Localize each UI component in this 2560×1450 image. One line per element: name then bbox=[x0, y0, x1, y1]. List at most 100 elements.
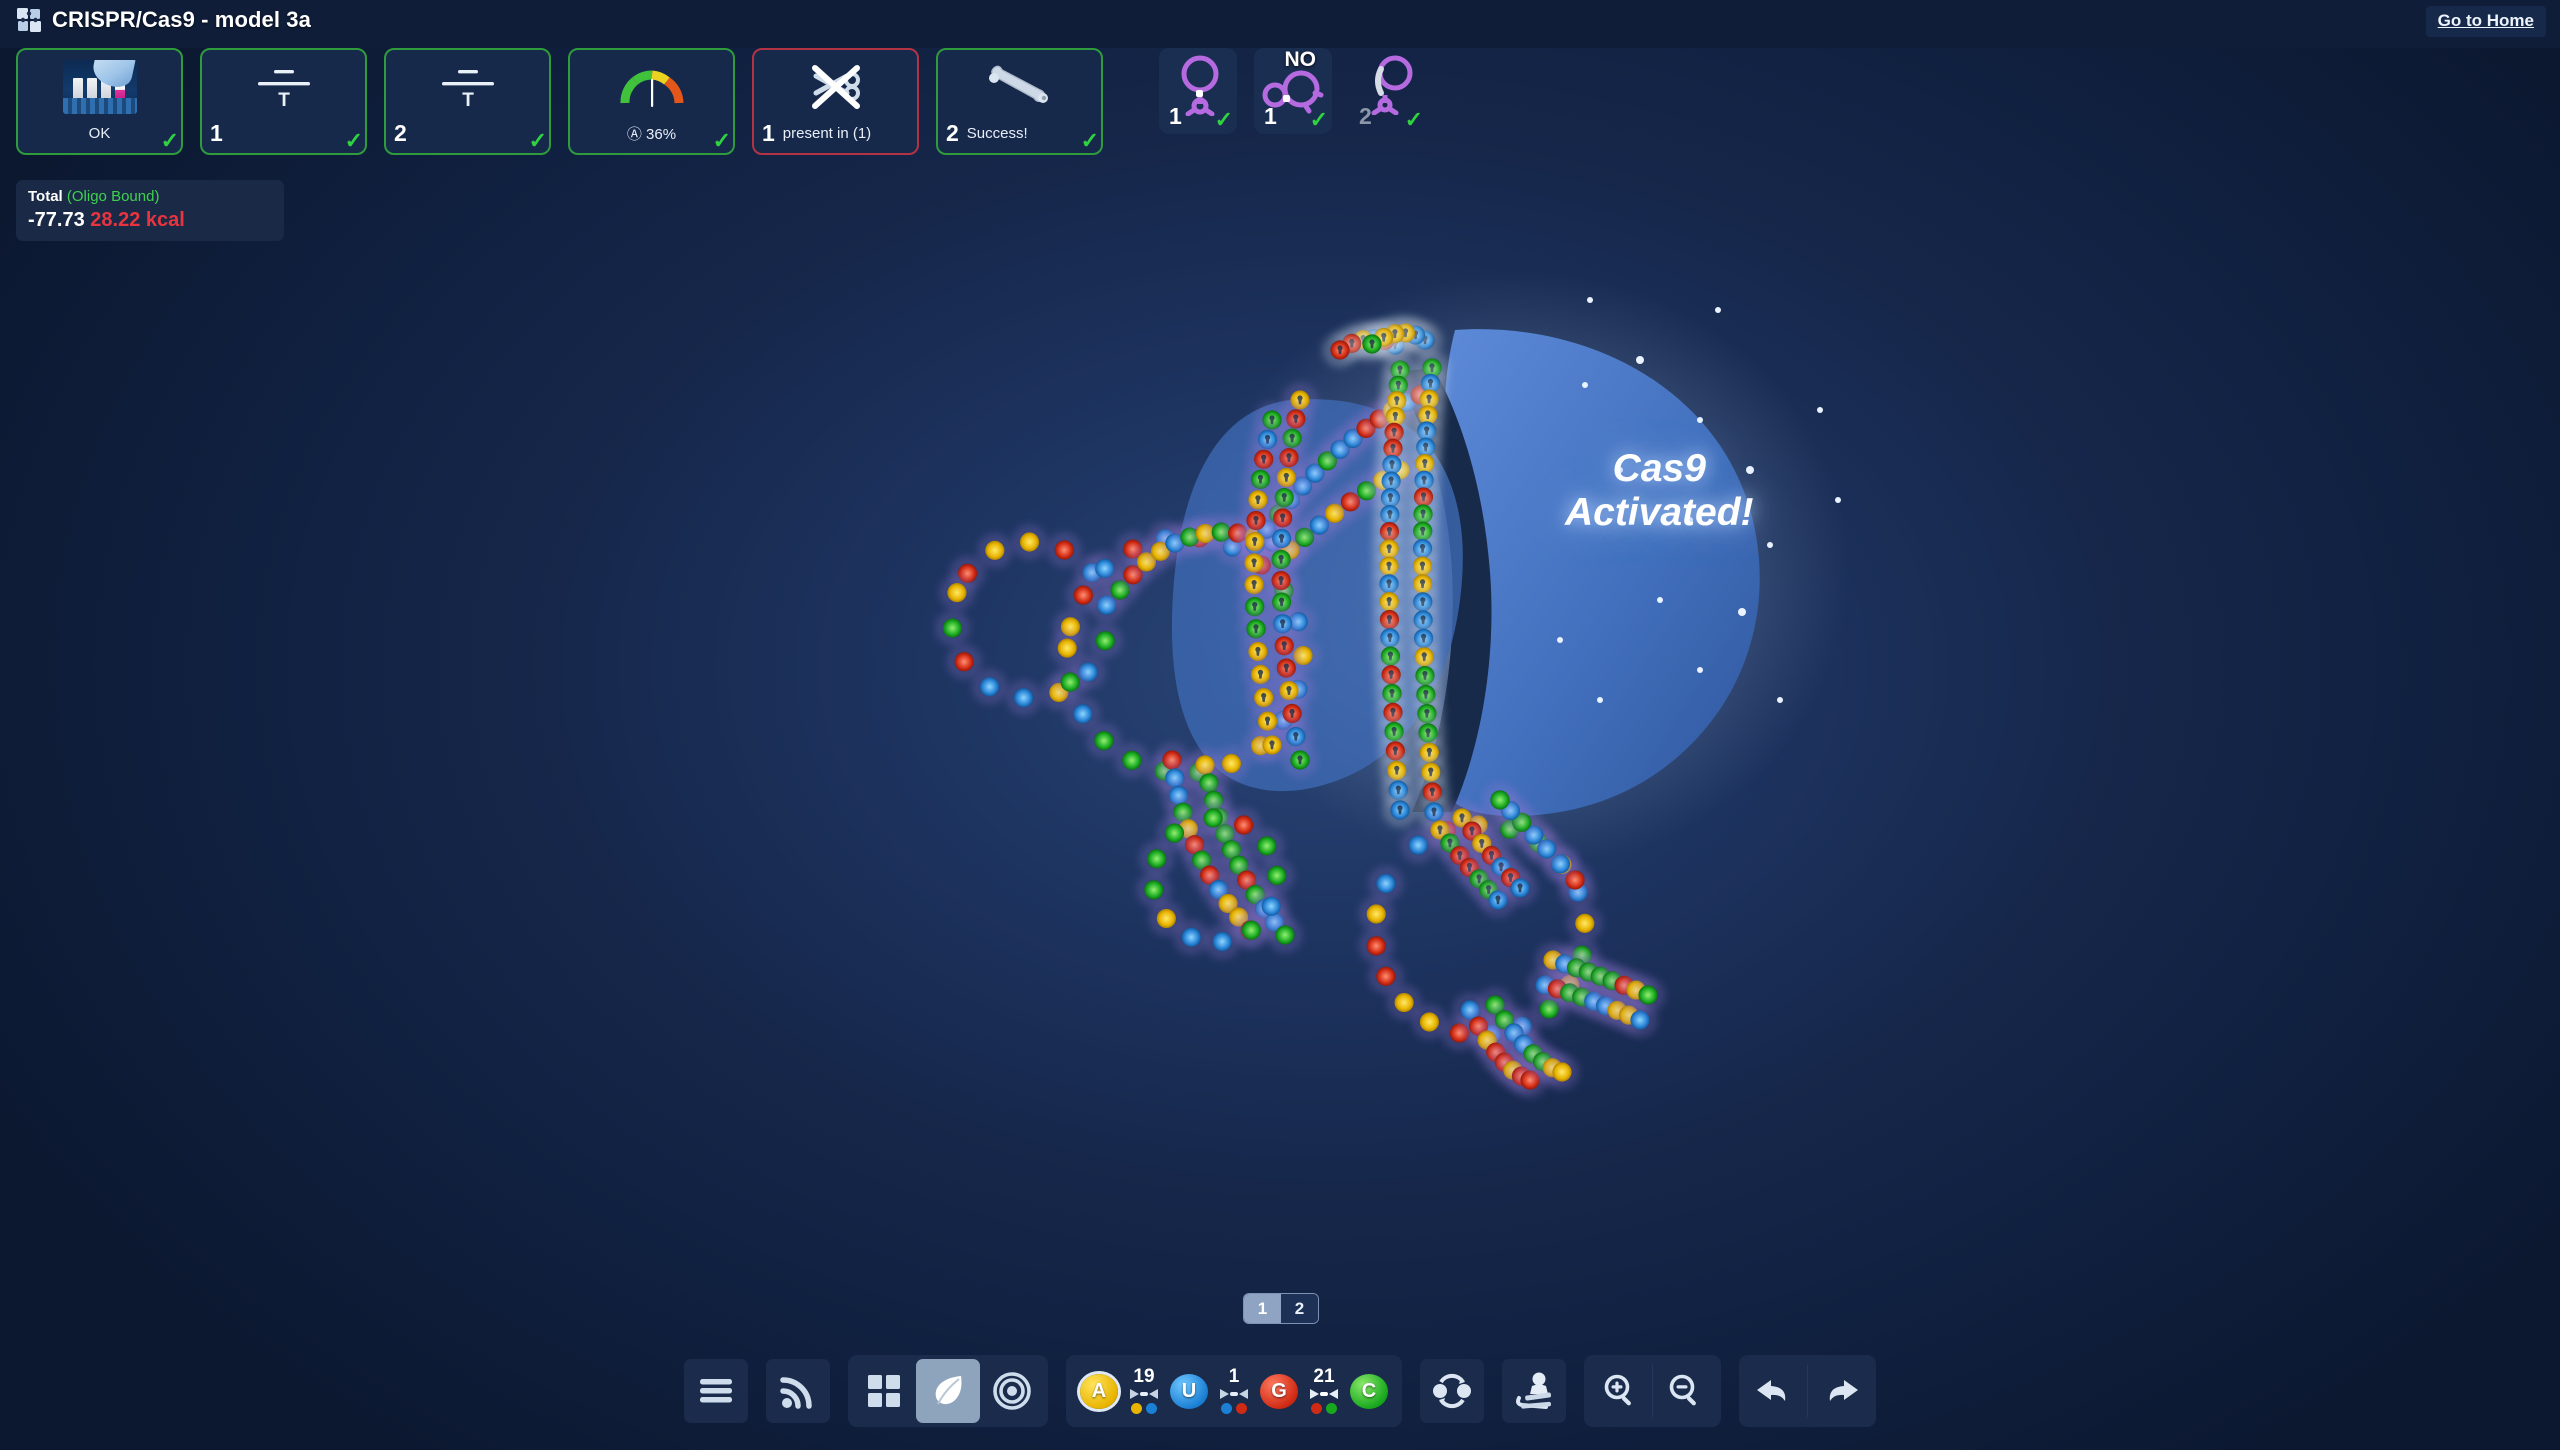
constraint-card-a-percentage[interactable]: Ⓐ 36% ✓ bbox=[568, 48, 735, 155]
rna-base[interactable] bbox=[1243, 637, 1273, 666]
rna-base[interactable] bbox=[1274, 676, 1304, 705]
rna-base[interactable] bbox=[1246, 660, 1275, 689]
rna-base[interactable] bbox=[1194, 768, 1224, 798]
constraint-card-oligo-2[interactable]: 2 ✓ bbox=[1349, 48, 1427, 134]
rna-base[interactable] bbox=[1069, 580, 1098, 610]
rna-base[interactable] bbox=[1207, 927, 1237, 956]
constraint-card-bonus-lab[interactable]: OK ✓ bbox=[16, 48, 183, 155]
rna-base[interactable] bbox=[1253, 706, 1282, 736]
redo-button[interactable] bbox=[1808, 1359, 1872, 1423]
constraint-card-no-bind-1[interactable]: 1 present in (1) bbox=[752, 48, 919, 155]
rna-base[interactable] bbox=[1249, 683, 1278, 712]
rna-base[interactable] bbox=[1068, 699, 1098, 729]
nucleotide-c-button[interactable]: C bbox=[1350, 1373, 1388, 1409]
state-pager[interactable]: 1 2 bbox=[1243, 1293, 1319, 1324]
rna-base[interactable] bbox=[1176, 922, 1206, 952]
rna-base[interactable] bbox=[1009, 683, 1038, 713]
nucleotide-g-button[interactable]: G bbox=[1260, 1373, 1298, 1409]
rna-base[interactable] bbox=[1055, 667, 1085, 697]
rna-base[interactable] bbox=[1117, 746, 1147, 775]
rna-base[interactable] bbox=[1371, 869, 1401, 898]
rna-base[interactable] bbox=[1415, 1007, 1444, 1037]
rna-base[interactable] bbox=[1325, 335, 1355, 365]
rna-base[interactable] bbox=[1385, 795, 1415, 825]
pager-page-2[interactable]: 2 bbox=[1281, 1294, 1318, 1323]
rna-base[interactable] bbox=[1090, 554, 1120, 583]
rna-base[interactable] bbox=[1257, 730, 1287, 760]
rna-base[interactable] bbox=[1198, 803, 1228, 833]
constraint-check-oligo-no: ✓ bbox=[1309, 107, 1328, 132]
rss-signal-button[interactable] bbox=[766, 1359, 830, 1423]
constraint-card-shape-2[interactable]: T 2 ✓ bbox=[384, 48, 551, 155]
rna-base[interactable] bbox=[1052, 633, 1082, 663]
rna-base[interactable] bbox=[1270, 920, 1300, 950]
pair-count-ug[interactable]: 1 bbox=[1208, 1367, 1260, 1414]
rna-base[interactable] bbox=[1256, 891, 1286, 921]
rna-base[interactable] bbox=[975, 672, 1004, 702]
rna-base[interactable] bbox=[980, 536, 1010, 565]
swap-pair-button[interactable] bbox=[1420, 1359, 1484, 1423]
rna-base[interactable] bbox=[1089, 726, 1119, 756]
nucleotide-g[interactable]: G bbox=[1260, 1361, 1298, 1421]
rna-base[interactable] bbox=[1160, 818, 1189, 848]
rna-base[interactable] bbox=[1361, 899, 1391, 929]
undo-button[interactable] bbox=[1743, 1359, 1807, 1423]
zoom-out-icon bbox=[1669, 1374, 1696, 1406]
rna-base[interactable] bbox=[1236, 915, 1266, 945]
rna-structure-canvas[interactable] bbox=[0, 0, 2560, 1450]
rna-base[interactable] bbox=[949, 647, 979, 677]
stamp-button[interactable] bbox=[1502, 1359, 1566, 1423]
rna-base[interactable] bbox=[1277, 699, 1307, 728]
rna-base[interactable] bbox=[938, 613, 967, 643]
zoom-out-button[interactable] bbox=[1653, 1359, 1717, 1423]
leaf-view-button[interactable] bbox=[916, 1359, 980, 1423]
rna-base[interactable] bbox=[1262, 861, 1292, 890]
nucleotide-u-button[interactable]: U bbox=[1170, 1373, 1208, 1409]
rna-base[interactable] bbox=[1217, 749, 1246, 778]
rna-base[interactable] bbox=[1190, 750, 1220, 780]
nucleotide-a-button[interactable]: A bbox=[1080, 1373, 1118, 1409]
rna-base[interactable] bbox=[1015, 527, 1044, 557]
pair-count-au[interactable]: 19 bbox=[1118, 1367, 1170, 1414]
constraint-card-shape-1[interactable]: T 1 ✓ bbox=[200, 48, 367, 155]
rna-base[interactable] bbox=[1285, 745, 1315, 775]
puzzle-piece-icon bbox=[17, 8, 41, 32]
rna-base[interactable] bbox=[1570, 909, 1600, 938]
constraint-card-bind-2[interactable]: 2 Success! ✓ bbox=[936, 48, 1103, 155]
rna-base[interactable] bbox=[1050, 535, 1079, 565]
rna-base[interactable] bbox=[1485, 785, 1515, 815]
nucleotide-a[interactable]: A bbox=[1080, 1361, 1118, 1421]
rna-base[interactable] bbox=[1142, 844, 1172, 874]
rna-base[interactable] bbox=[942, 578, 972, 607]
rna-base[interactable] bbox=[1625, 1005, 1655, 1035]
rna-base[interactable] bbox=[1361, 931, 1391, 961]
scissors-crossed-out-icon bbox=[754, 56, 917, 118]
zoom-in-button[interactable] bbox=[1588, 1359, 1652, 1423]
rna-base[interactable] bbox=[1505, 873, 1535, 903]
pair-count-gc[interactable]: 21 bbox=[1298, 1367, 1350, 1414]
rna-base[interactable] bbox=[1152, 904, 1181, 933]
rna-base[interactable] bbox=[1633, 980, 1663, 1010]
go-to-home-link[interactable]: Go to Home bbox=[2425, 6, 2546, 37]
rna-base[interactable] bbox=[1229, 810, 1258, 840]
rna-base[interactable] bbox=[1357, 329, 1387, 359]
rna-base[interactable] bbox=[1090, 626, 1120, 656]
stamp-icon bbox=[1516, 1372, 1552, 1409]
constraint-card-oligo-no[interactable]: NO 1 ✓ bbox=[1254, 48, 1332, 134]
hamburger-menu-button[interactable] bbox=[684, 1359, 748, 1423]
target-rings-button[interactable] bbox=[980, 1359, 1044, 1423]
energy-error: 28.22 kcal bbox=[90, 209, 185, 231]
rna-base[interactable] bbox=[1281, 722, 1311, 751]
grid-layout-button[interactable] bbox=[852, 1359, 916, 1423]
rna-base[interactable] bbox=[1389, 988, 1419, 1017]
rna-base[interactable] bbox=[1403, 830, 1433, 860]
pager-page-1[interactable]: 1 bbox=[1244, 1294, 1281, 1323]
constraint-check-bind-2: ✓ bbox=[1080, 128, 1099, 153]
nucleotide-c[interactable]: C bbox=[1350, 1361, 1388, 1421]
rna-base[interactable] bbox=[1371, 962, 1401, 991]
rna-base[interactable] bbox=[1139, 875, 1169, 905]
constraint-card-oligo-1[interactable]: 1 ✓ bbox=[1159, 48, 1237, 134]
rna-base[interactable] bbox=[1252, 831, 1282, 861]
rna-base[interactable] bbox=[1547, 1057, 1577, 1087]
nucleotide-u[interactable]: U bbox=[1170, 1361, 1208, 1421]
